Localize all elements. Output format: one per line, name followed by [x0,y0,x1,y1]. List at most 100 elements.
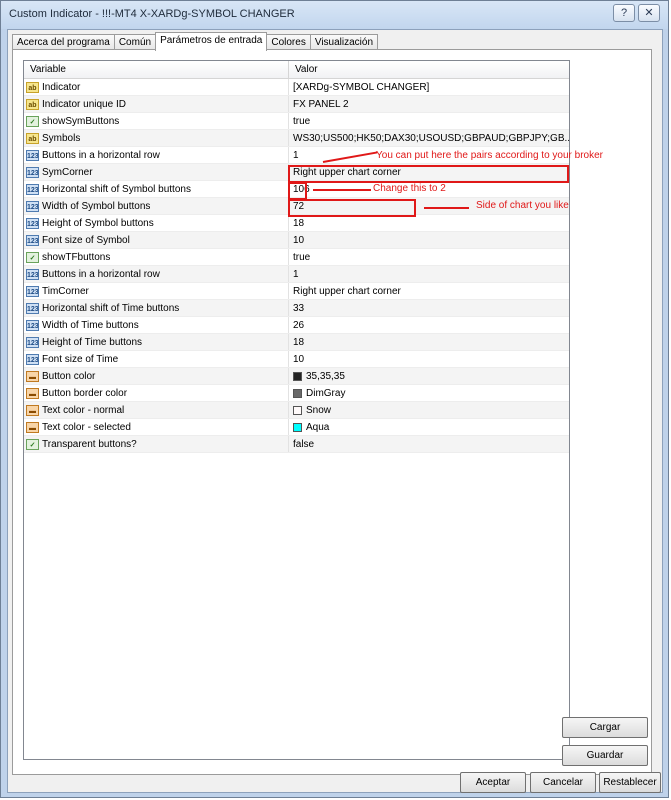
variable-name: showSymButtons [42,115,120,127]
value-text: Aqua [306,421,330,433]
column-value-header[interactable]: Valor [289,61,318,78]
value-cell[interactable]: true [289,113,569,129]
value-cell[interactable]: Snow [289,402,569,418]
table-row[interactable]: ab Indicator unique ID FX PANEL 2 [24,96,569,113]
table-row[interactable]: ▬ Text color - selected Aqua [24,419,569,436]
variable-name: TimCorner [42,285,89,297]
variable-cell: 123 Horizontal shift of Symbol buttons [24,181,289,197]
table-row[interactable]: ✓ showSymButtons true [24,113,569,130]
variable-name: Button border color [42,387,128,399]
value-cell[interactable]: true [289,249,569,265]
string-type-icon: ab [26,81,39,93]
string-type-icon: ab [26,132,39,144]
close-button[interactable]: ✕ [638,4,660,22]
corner-note: Side of chart you like [476,200,569,211]
boolean-type-icon: ✓ [26,251,39,263]
integer-type-icon: 123 [26,234,39,246]
value-cell[interactable]: WS30;US500;HK50;DAX30;USOUSD;GBPAUD;GBPJ… [289,130,569,146]
table-row[interactable]: ab Symbols WS30;US500;HK50;DAX30;USOUSD;GB… [24,130,569,147]
table-row[interactable]: 123 TimCorner Right upper chart corner [24,283,569,300]
value-text: 18 [293,336,305,348]
table-row[interactable]: 123 Height of Symbol buttons 18 [24,215,569,232]
ok-button[interactable]: Aceptar [460,772,526,793]
variable-cell: 123 Buttons in a horizontal row [24,147,289,163]
variable-name: showTFbuttons [42,251,111,263]
value-cell[interactable]: 10 [289,232,569,248]
integer-type-icon: 123 [26,268,39,280]
variable-cell: 123 Font size of Time [24,351,289,367]
variable-cell: 123 Width of Symbol buttons [24,198,289,214]
column-variable-header[interactable]: Variable [24,61,289,78]
value-cell[interactable]: 35,35,35 [289,368,569,384]
value-cell[interactable]: false [289,436,569,452]
color-swatch [293,422,302,432]
table-row[interactable]: 123 Horizontal shift of Time buttons 33 [24,300,569,317]
tab-inputs[interactable]: Parámetros de entrada [155,32,268,51]
value-cell[interactable]: 1 [289,266,569,282]
variable-cell: ab Indicator [24,79,289,95]
value-cell[interactable]: FX PANEL 2 [289,96,569,112]
string-type-icon: ab [26,98,39,110]
table-row[interactable]: ▬ Text color - normal Snow [24,402,569,419]
value-text: 1 [293,149,299,161]
integer-type-icon: 123 [26,200,39,212]
value-text: DimGray [306,387,346,399]
help-button[interactable]: ? [613,4,635,22]
table-row[interactable]: 123 Height of Time buttons 18 [24,334,569,351]
value-text: 18 [293,217,305,229]
variable-cell: 123 Buttons in a horizontal row [24,266,289,282]
variable-name: Indicator unique ID [42,98,126,110]
table-row[interactable]: ab Indicator [XARDg-SYMBOL CHANGER] [24,79,569,96]
variable-name: Width of Time buttons [42,319,139,331]
integer-type-icon: 123 [26,285,39,297]
title-bar: Custom Indicator - !!!-MT4 X-XARDg-SYMBO… [1,1,668,29]
save-button[interactable]: Guardar [562,745,648,766]
variable-cell: 123 Width of Time buttons [24,317,289,333]
value-cell[interactable]: 33 [289,300,569,316]
table-row[interactable]: 123 Width of Time buttons 26 [24,317,569,334]
variable-cell: ab Indicator unique ID [24,96,289,112]
variable-cell: ✓ showSymButtons [24,113,289,129]
integer-type-icon: 123 [26,302,39,314]
value-cell[interactable]: Right upper chart corner [289,283,569,299]
integer-type-icon: 123 [26,149,39,161]
variable-name: Font size of Symbol [42,234,130,246]
color-swatch [293,405,302,415]
variable-name: Symbols [42,132,81,144]
value-text: 1 [293,268,299,280]
variable-name: Transparent buttons? [42,438,137,450]
value-text: 10 [293,353,305,365]
value-text: true [293,251,311,263]
value-cell[interactable]: [XARDg-SYMBOL CHANGER] [289,79,569,95]
value-text: [XARDg-SYMBOL CHANGER] [293,81,430,93]
dialog-window: Custom Indicator - !!!-MT4 X-XARDg-SYMBO… [0,0,669,798]
table-row[interactable]: ✓ Transparent buttons? false [24,436,569,453]
color-type-icon: ▬ [26,421,39,433]
value-cell[interactable]: Aqua [289,419,569,435]
value-cell[interactable]: 26 [289,317,569,333]
row-count-arrow-line [313,189,371,191]
table-row[interactable]: 123 Font size of Symbol 10 [24,232,569,249]
color-type-icon: ▬ [26,370,39,382]
table-row[interactable]: 123 Font size of Time 10 [24,351,569,368]
grid-rows: ab Indicator [XARDg-SYMBOL CHANGER] ab Indic… [24,79,569,453]
table-row[interactable]: ▬ Button border color DimGray [24,385,569,402]
variable-cell: 123 Font size of Symbol [24,232,289,248]
color-type-icon: ▬ [26,387,39,399]
value-cell[interactable]: 18 [289,334,569,350]
table-row[interactable]: 123 Buttons in a horizontal row 1 [24,266,569,283]
table-row[interactable]: ✓ showTFbuttons true [24,249,569,266]
cancel-button[interactable]: Cancelar [530,772,596,793]
variable-name: Text color - normal [42,404,125,416]
value-text: false [293,438,315,450]
value-cell[interactable]: 18 [289,215,569,231]
reset-button[interactable]: Restablecer [599,772,661,793]
value-cell[interactable]: 10 [289,351,569,367]
color-swatch [293,371,302,381]
table-row[interactable]: ▬ Button color 35,35,35 [24,368,569,385]
row-count-highlight-box [288,182,307,200]
load-button[interactable]: Cargar [562,717,648,738]
symbols-note: You can put here the pairs according to … [376,150,603,161]
variable-cell: 123 Height of Symbol buttons [24,215,289,231]
value-cell[interactable]: DimGray [289,385,569,401]
